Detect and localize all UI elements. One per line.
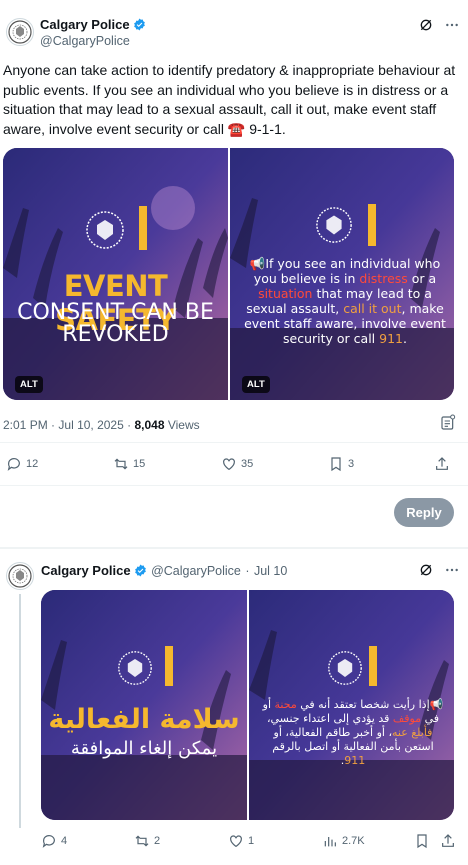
reply-image-2[interactable]: 📢إذا رأيت شخصا تعتقد أنه في محنة أو في م… [249,590,454,820]
tweet-text-end: 9-1-1. [245,120,286,137]
share-icon[interactable] [434,456,450,472]
grok-icon[interactable] [418,562,434,578]
poster-highlight-911: 911 [379,331,403,346]
police-crest-icon [118,651,152,685]
separator: · [245,564,250,578]
police-crest-icon [316,207,352,243]
police-crest-icon [8,564,32,588]
accent-bar [368,204,376,246]
author-name[interactable]: Calgary Police [40,17,130,32]
alt-badge[interactable]: ALT [15,376,43,393]
megaphone-icon: 📢 [429,698,444,711]
tweet-meta: 2:01 PM · Jul 10, 2025 · 8,048 Views [3,418,200,432]
share-icon[interactable] [440,833,456,849]
views-action[interactable]: 2.7K [322,833,365,849]
poster-highlight-callout: call it out [343,301,402,316]
bookmark-icon[interactable] [414,833,430,849]
like-count: 35 [241,458,254,470]
author-name[interactable]: Calgary Police [41,563,131,578]
police-crest-icon [86,211,124,249]
tweet-text: Anyone can take action to identify preda… [3,61,463,139]
heart-icon [230,835,242,848]
avatar[interactable] [6,18,34,46]
views-count: 2.7K [342,835,365,847]
separator: · [127,418,132,432]
views-count: 8,048 [134,418,165,432]
views-chart-icon [324,837,336,847]
poster-text-segment: إذا رأيت شخصا تعتقد أنه في [296,698,430,711]
poster-text-segment: قد يؤدي إلى اعتداء جنسي، [266,712,393,725]
reply-count: 12 [26,458,39,470]
tweet-time[interactable]: 2:01 PM [3,418,48,432]
poster-body-text: 📢إذا رأيت شخصا تعتقد أنه في محنة أو في م… [261,698,445,768]
heart-icon [223,458,235,471]
divider [0,442,468,443]
poster-text-segment: . [402,331,407,346]
megaphone-icon: 📢 [249,256,266,271]
tweet-image-1[interactable]: EVENT SAFETY CONSENT CAN BE REVOKED ALT [3,148,228,400]
views-label: Views [167,418,200,432]
author-handle[interactable]: @CalgaryPolice [40,34,130,48]
repost-action[interactable]: 15 [113,456,145,472]
poster-highlight: فأبلغ عنه [392,726,433,739]
thread-line [19,594,21,828]
poster-text-segment: or a [407,271,437,286]
accent-bar [369,646,377,686]
verified-badge-icon [133,18,145,31]
poster-highlight: محنة [274,698,297,711]
reply-header: Calgary Police @CalgaryPolice · Jul 10 [41,562,287,580]
tweet-image-2[interactable]: 📢If you see an individual who you believ… [230,148,454,400]
reply-action[interactable]: 12 [6,456,38,472]
poster-body-text: 📢If you see an individual who you believ… [242,256,448,346]
like-action[interactable]: 1 [228,833,254,849]
post-analytics-icon[interactable] [440,414,456,432]
reply-action[interactable]: 4 [41,833,67,849]
accent-bar [139,206,147,250]
like-count: 1 [248,835,255,847]
poster-highlight-situation: situation [258,286,313,301]
bookmark-action[interactable]: 3 [328,456,354,472]
poster-highlight-distress: distress [359,271,408,286]
police-crest-icon [8,20,32,44]
reply-icon [42,835,55,848]
repost-count: 2 [154,835,161,847]
repost-action[interactable]: 2 [134,833,160,849]
author-handle[interactable]: @CalgaryPolice [151,564,241,578]
poster-highlight: موقف [392,712,422,725]
avatar[interactable] [6,562,34,590]
poster-subtitle-line2: REVOKED [62,322,169,347]
grok-icon[interactable] [418,17,434,33]
like-action[interactable]: 35 [221,456,253,472]
more-options-icon[interactable] [444,17,460,33]
accent-bar [165,646,173,686]
tweet-date[interactable]: Jul 10, 2025 [58,418,123,432]
more-options-icon[interactable] [444,562,460,578]
reply-date[interactable]: Jul 10 [254,564,287,578]
reply-icon [7,458,20,471]
repost-icon [135,835,149,847]
verified-badge-icon [134,564,146,577]
poster-subtitle: يمكن إلغاء الموافقة [70,738,218,759]
poster-highlight-911: 911 [344,754,366,767]
reply-count: 4 [61,835,68,847]
phone-emoji: ☎️ [227,120,246,137]
bookmark-icon [331,457,341,472]
divider [0,485,468,486]
poster-title: سلامة الفعالية [48,704,240,735]
alt-badge[interactable]: ALT [242,376,270,393]
police-crest-icon [328,651,362,685]
separator: · [51,418,56,432]
bookmark-count: 3 [348,458,355,470]
divider [0,547,468,549]
reply-button[interactable]: Reply [394,498,454,527]
reply-image-1[interactable]: سلامة الفعالية يمكن إلغاء الموافقة [41,590,247,820]
repost-count: 15 [133,458,146,470]
repost-icon [114,458,128,470]
